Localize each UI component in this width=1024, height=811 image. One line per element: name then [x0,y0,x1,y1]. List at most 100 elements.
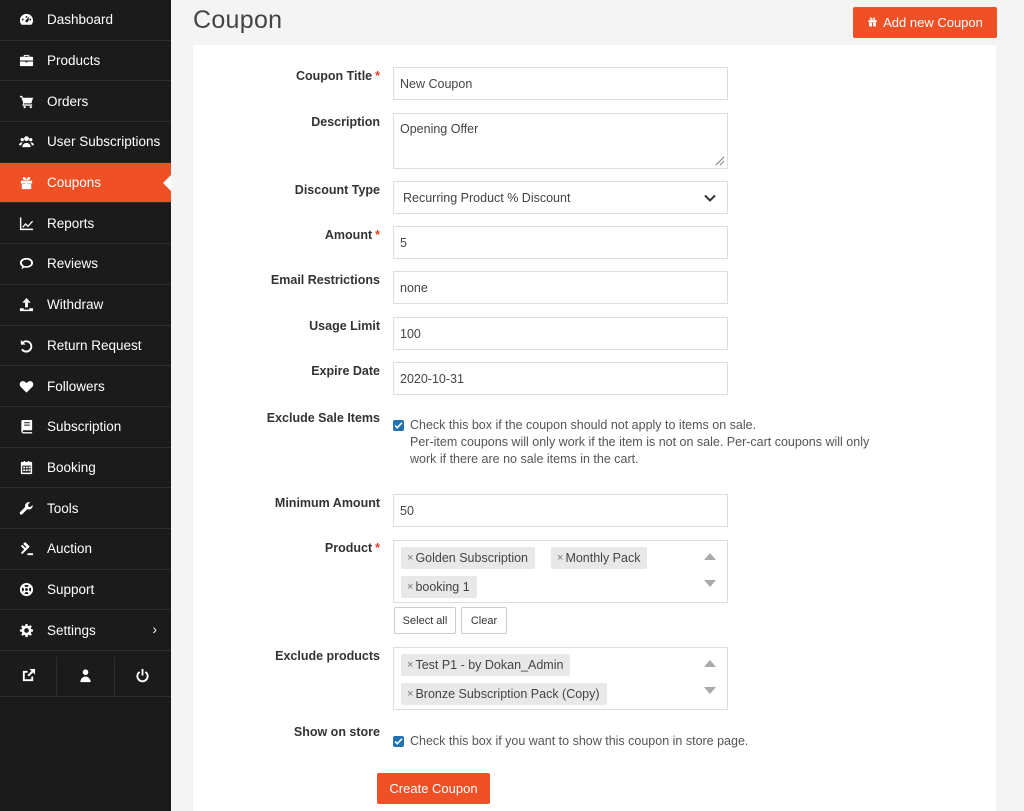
usage-limit-label: Usage Limit [309,319,380,333]
required-mark: * [375,541,380,555]
product-label-text: Product [324,541,373,555]
scroll-up-icon[interactable] [704,553,716,560]
sidebar-item-booking[interactable]: Booking [0,448,171,489]
exclude-product-tag-label: Bronze Subscription Pack (Copy) [415,687,600,701]
exclude-product-tag[interactable]: × Bronze Subscription Pack (Copy) [401,683,607,705]
resize-grip-icon[interactable] [713,154,725,166]
product-tag[interactable]: × Golden Subscription [401,547,536,569]
power-icon [135,668,150,686]
show-on-store-label: Show on store [293,725,380,739]
book-icon [17,418,35,436]
sidebar-item-subscription[interactable]: Subscription [0,407,171,448]
clear-button[interactable]: Clear [461,607,507,634]
sidebar-item-products[interactable]: Products [0,41,171,82]
product-tag-label: Golden Subscription [415,551,529,565]
amount-input[interactable]: 5 [393,226,728,259]
users-icon [17,133,35,151]
sidebar: Dashboard Products Orders User Subscript… [0,0,172,811]
product-label: Product * [190,541,380,555]
scroll-down-icon[interactable] [704,687,716,694]
email-restrictions-value: none [400,280,428,295]
description-label: Description [311,115,380,129]
remove-tag-icon[interactable]: × [407,688,413,700]
line-chart-icon [17,214,35,232]
discount-type-value: Recurring Product % Discount [403,190,571,205]
remove-tag-icon[interactable]: × [407,581,413,593]
external-link-button[interactable] [0,657,58,696]
comments-icon [17,255,35,273]
sidebar-item-support[interactable]: Support [0,570,171,611]
gift-icon [867,15,878,30]
expire-date-value: 2020-10-31 [400,371,464,386]
cart-icon [17,92,35,110]
sidebar-item-orders[interactable]: Orders [0,81,171,123]
exclude-product-tag[interactable]: × Test P1 - by Dokan_Admin [401,654,571,676]
sidebar-item-reports[interactable]: Reports [0,203,171,245]
sidebar-item-label: Settings [47,622,96,638]
coupon-title-label-text: Coupon Title [295,69,373,83]
scroll-up-icon[interactable] [704,660,716,667]
exclude-products-multiselect[interactable]: × Test P1 - by Dokan_Admin × Bronze Subscr… [393,647,728,710]
exclude-sale-items-row: Check this box if the coupon should not … [393,417,869,468]
sidebar-item-followers[interactable]: Followers [0,366,171,407]
remove-tag-icon[interactable]: × [407,659,413,671]
sidebar-item-coupons[interactable]: Coupons [0,162,172,204]
email-restrictions-input[interactable]: none [393,271,728,304]
select-all-button[interactable]: Select all [394,607,456,634]
usage-limit-value: 100 [400,326,421,341]
lifebuoy-icon [17,580,35,598]
create-coupon-button[interactable]: Create Coupon [377,773,490,804]
sidebar-item-user-subscriptions[interactable]: User Subscriptions [0,122,171,163]
minimum-amount-value: 50 [400,503,414,518]
description-textarea[interactable]: Opening Offer [393,113,728,169]
add-new-coupon-button[interactable]: Add new Coupon [853,7,997,38]
add-button-label: Add new Coupon [883,15,983,30]
sidebar-item-label: Reports [47,215,95,231]
product-tag[interactable]: × booking 1 [401,576,477,598]
dashboard-icon [17,11,35,29]
coupon-title-input[interactable]: New Coupon [393,67,728,100]
sidebar-item-label: Followers [47,378,105,394]
product-tag[interactable]: × Monthly Pack [551,547,648,569]
sidebar-item-withdraw[interactable]: Withdraw [0,285,171,326]
coupon-title-label: Coupon Title * [190,69,380,83]
gear-icon [17,621,35,639]
scroll-down-icon[interactable] [704,580,716,587]
show-on-store-checkbox[interactable] [393,736,404,747]
show-on-store-row: Check this box if you want to show this … [393,733,748,750]
logout-button[interactable] [115,657,171,696]
external-link-icon [21,668,36,686]
product-tag-label: booking 1 [415,580,470,594]
expire-date-label: Expire Date [311,364,380,378]
exclude-products-label: Exclude products [275,649,380,663]
sidebar-item-dashboard[interactable]: Dashboard [0,0,171,41]
wrench-icon [17,499,35,517]
gift-icon [17,174,35,192]
minimum-amount-input[interactable]: 50 [393,494,728,527]
expire-date-input[interactable]: 2020-10-31 [393,362,728,395]
sidebar-item-return-request[interactable]: Return Request [0,326,171,367]
sidebar-item-label: Support [47,581,95,597]
usage-limit-input[interactable]: 100 [393,317,728,350]
discount-type-select[interactable]: Recurring Product % Discount [393,181,728,214]
sidebar-item-reviews[interactable]: Reviews [0,244,171,285]
product-multiselect[interactable]: × Golden Subscription × Monthly Pack × book… [393,540,728,603]
profile-button[interactable] [57,657,115,696]
briefcase-icon [17,52,35,70]
sidebar-item-label: Tools [47,500,79,516]
sidebar-item-label: User Subscriptions [47,134,161,150]
remove-tag-icon[interactable]: × [407,552,413,564]
sidebar-item-label: Reviews [47,256,99,272]
sidebar-item-settings[interactable]: Settings › [0,610,171,651]
sidebar-item-tools[interactable]: Tools [0,488,171,529]
sidebar-item-label: Auction [47,541,93,557]
help-line-1: Check this box if the coupon should not … [410,418,757,432]
email-restrictions-label: Email Restrictions [270,273,380,287]
remove-tag-icon[interactable]: × [557,552,563,564]
exclude-sale-items-help: Check this box if the coupon should not … [410,417,869,468]
sidebar-item-label: Subscription [47,419,122,435]
exclude-sale-items-checkbox[interactable] [393,420,404,431]
chevron-right-icon: › [152,621,157,638]
sidebar-item-auction[interactable]: Auction [0,529,171,570]
undo-icon [17,336,35,354]
